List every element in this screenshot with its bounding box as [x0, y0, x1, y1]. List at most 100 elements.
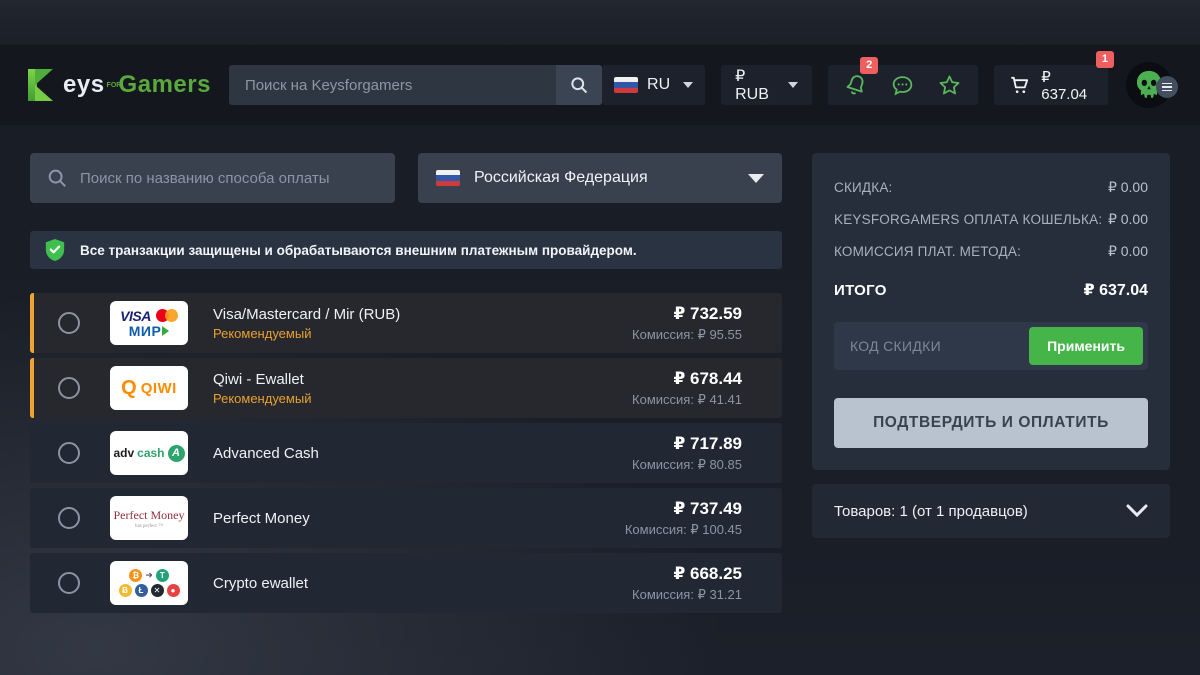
currency-label: ₽ RUB — [735, 66, 776, 104]
currency-selector[interactable]: ₽ RUB — [721, 65, 812, 105]
payment-fee: Комиссия: ₽ 31.21 — [632, 587, 742, 603]
chevron-down-icon — [788, 82, 798, 88]
notifications-button[interactable]: 2 — [844, 73, 868, 97]
recommended-label: Рекомендуемый — [213, 391, 311, 406]
radio-button[interactable] — [58, 572, 80, 594]
account-menu-icon[interactable] — [1156, 76, 1178, 98]
security-notice-text: Все транзакции защищены и обрабатываются… — [80, 243, 637, 258]
header: eys FOR Gamers RU ₽ RUB 2 — [0, 45, 1200, 125]
logo[interactable]: eys FOR Gamers — [28, 69, 211, 101]
summary-value: ₽ 0.00 — [1108, 179, 1148, 196]
search-icon — [569, 75, 589, 95]
recommended-label: Рекомендуемый — [213, 326, 400, 341]
chevron-down-icon — [683, 82, 693, 88]
payment-name: Perfect Money — [213, 510, 310, 527]
bitcoin-icon: ₿ — [129, 569, 142, 582]
header-icon-group: 2 — [828, 65, 978, 105]
russia-flag-icon — [614, 77, 638, 93]
payment-fee: Комиссия: ₽ 95.55 — [632, 327, 742, 343]
coin-icon: ✕ — [151, 584, 164, 597]
favorites-button[interactable] — [937, 73, 962, 98]
radio-button[interactable] — [58, 442, 80, 464]
discount-code-box: Применить — [834, 322, 1148, 370]
russia-flag-icon — [436, 170, 460, 186]
payment-price: ₽ 732.59 — [632, 304, 742, 324]
search-icon — [46, 167, 68, 189]
coin-icon: Ł — [135, 584, 148, 597]
logo-k-icon — [28, 69, 58, 101]
summary-value: ₽ 0.00 — [1108, 211, 1148, 228]
notifications-badge: 2 — [860, 57, 878, 74]
radio-button[interactable] — [58, 377, 80, 399]
advcash-logo: advcashA — [110, 431, 188, 475]
summary-label: СКИДКА: — [834, 180, 892, 195]
payment-price: ₽ 668.25 — [632, 564, 742, 584]
payment-row-perfect-money[interactable]: Perfect Moneyhas perfect ™ Perfect Money… — [30, 488, 782, 548]
products-summary-card[interactable]: Товаров: 1 (от 1 продавцов) — [812, 484, 1170, 538]
payment-price: ₽ 717.89 — [632, 434, 742, 454]
payment-name: Qiwi - Ewallet — [213, 371, 311, 388]
products-count-label: Товаров: 1 (от 1 продавцов) — [834, 503, 1126, 520]
payment-fee: Комиссия: ₽ 80.85 — [632, 457, 742, 473]
perfect-money-logo: Perfect Moneyhas perfect ™ — [110, 496, 188, 540]
payment-row-visa-mastercard-mir[interactable]: VISA МИР Visa/Mastercard / Mir (RUB) Рек… — [30, 293, 782, 353]
site-search — [229, 65, 602, 105]
payment-fee: Комиссия: ₽ 41.41 — [632, 392, 742, 408]
user-avatar[interactable] — [1126, 62, 1172, 108]
site-search-input[interactable] — [229, 77, 556, 94]
radio-button[interactable] — [58, 312, 80, 334]
arrow-icon: ➜ — [145, 570, 153, 581]
summary-value: ₽ 0.00 — [1108, 243, 1148, 260]
page: eys FOR Gamers RU ₽ RUB 2 — [0, 0, 1200, 675]
total-value: ₽ 637.04 — [1083, 280, 1148, 300]
crypto-ewallet-logo: ₿ ➜ T Ƀ Ł ✕ ● — [110, 561, 188, 605]
summary-label: KEYSFORGAMERS ОПЛАТА КОШЕЛЬКА: — [834, 212, 1102, 227]
qiwi-logo: QQIWI — [110, 366, 188, 410]
payment-search-input[interactable] — [80, 170, 379, 187]
total-label: ИТОГО — [834, 282, 887, 299]
bell-icon — [844, 73, 868, 97]
tether-icon: T — [156, 569, 169, 582]
apply-discount-button[interactable]: Применить — [1029, 327, 1143, 365]
logo-text-gamers: Gamers — [119, 71, 211, 99]
top-strip — [0, 0, 1200, 45]
coin-icon: Ƀ — [119, 584, 132, 597]
payment-search — [30, 153, 395, 203]
logo-text-for: FOR — [107, 82, 117, 89]
messages-button[interactable] — [890, 73, 915, 98]
cart-total: ₽ 637.04 — [1041, 68, 1094, 103]
payment-row-crypto-ewallet[interactable]: ₿ ➜ T Ƀ Ł ✕ ● — [30, 553, 782, 613]
coin-icon: ● — [167, 584, 180, 597]
country-name: Российская Федерация — [474, 169, 734, 187]
payment-methods-column: Российская Федерация Все транзакции защи… — [30, 153, 782, 618]
payment-name: Visa/Mastercard / Mir (RUB) — [213, 306, 400, 323]
language-code: RU — [647, 76, 670, 94]
site-search-button[interactable] — [556, 65, 602, 105]
payment-price: ₽ 737.49 — [625, 499, 742, 519]
chat-icon — [890, 73, 915, 98]
payment-row-advanced-cash[interactable]: advcashA Advanced Cash ₽ 717.89 Комиссия… — [30, 423, 782, 483]
order-summary-card: СКИДКА: ₽ 0.00 KEYSFORGAMERS ОПЛАТА КОШЕ… — [812, 153, 1170, 470]
mastercard-icon — [156, 309, 178, 322]
content: Российская Федерация Все транзакции защи… — [0, 125, 1200, 618]
cart-button[interactable]: ₽ 637.04 1 — [994, 65, 1108, 105]
radio-button[interactable] — [58, 507, 80, 529]
chevron-down-icon — [1126, 504, 1148, 518]
cart-icon — [1008, 72, 1031, 98]
star-icon — [937, 73, 962, 98]
mir-arrow-icon — [162, 326, 169, 336]
payment-name: Advanced Cash — [213, 445, 319, 462]
order-summary-column: СКИДКА: ₽ 0.00 KEYSFORGAMERS ОПЛАТА КОШЕ… — [812, 153, 1170, 618]
payment-method-list: VISA МИР Visa/Mastercard / Mir (RUB) Рек… — [30, 293, 782, 613]
payment-row-qiwi[interactable]: QQIWI Qiwi - Ewallet Рекомендуемый ₽ 678… — [30, 358, 782, 418]
payment-price: ₽ 678.44 — [632, 369, 742, 389]
security-notice: Все транзакции защищены и обрабатываются… — [30, 231, 782, 269]
summary-label: КОМИССИЯ ПЛАТ. МЕТОДА: — [834, 244, 1021, 259]
language-selector[interactable]: RU — [602, 65, 705, 105]
logo-text-keys: eys — [63, 71, 105, 99]
country-selector[interactable]: Российская Федерация — [418, 153, 782, 203]
visa-mastercard-mir-logo: VISA МИР — [110, 301, 188, 345]
cart-badge: 1 — [1096, 51, 1114, 68]
discount-code-input[interactable] — [834, 338, 1024, 354]
confirm-and-pay-button[interactable]: ПОДТВЕРДИТЬ И ОПЛАТИТЬ — [834, 398, 1148, 448]
